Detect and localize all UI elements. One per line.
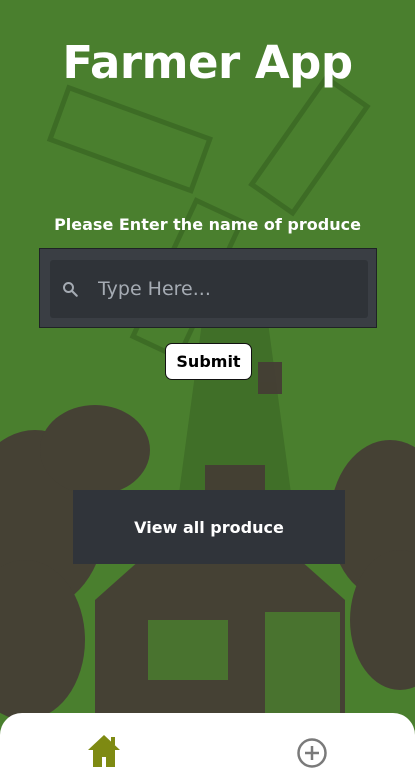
tab-home[interactable]	[0, 713, 207, 774]
add-circle-icon	[297, 738, 327, 768]
search-prompt-label: Please Enter the name of produce	[54, 215, 361, 234]
tab-add[interactable]	[208, 713, 415, 774]
app-screen: Farmer App Please Enter the name of prod…	[0, 0, 415, 774]
bottom-tab-bar	[0, 713, 415, 774]
windmill-background-image	[0, 74, 415, 720]
search-container	[39, 248, 377, 328]
home-icon	[88, 735, 120, 767]
submit-button[interactable]: Submit	[165, 343, 252, 380]
view-all-produce-button[interactable]: View all produce	[73, 490, 345, 564]
app-title: Farmer App	[62, 36, 353, 89]
search-icon	[63, 282, 78, 297]
search-field[interactable]	[50, 260, 368, 318]
search-input[interactable]	[98, 274, 353, 304]
